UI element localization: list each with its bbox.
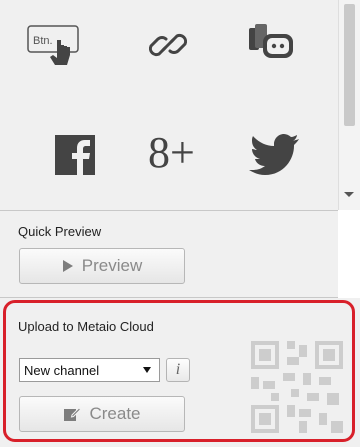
google-plus-icon[interactable]: 8+ [139, 116, 209, 186]
preview-button[interactable]: Preview [19, 248, 185, 284]
channel-select[interactable]: New channel [19, 358, 160, 382]
play-icon [62, 260, 73, 272]
scroll-down-arrow-icon[interactable] [344, 192, 354, 197]
gallery-scrollbar[interactable] [338, 0, 360, 210]
info-icon: i [175, 361, 181, 378]
create-button[interactable]: Create [19, 396, 185, 432]
scrollbar-thumb[interactable] [344, 4, 355, 126]
button-hand-icon[interactable]: Btn. [20, 10, 90, 80]
icon-gallery: Btn. 8+ [0, 0, 338, 211]
create-button-label: Create [89, 404, 141, 423]
device-chat-icon[interactable] [236, 10, 306, 80]
dropdown-arrow-icon [143, 367, 151, 373]
upload-label: Upload to Metaio Cloud [18, 319, 154, 334]
google-plus-icon-text: 8+ [148, 128, 195, 177]
quick-preview-label: Quick Preview [18, 224, 102, 239]
twitter-icon[interactable] [240, 120, 310, 190]
info-button[interactable]: i [166, 358, 190, 382]
button-icon-text: Btn. [33, 35, 53, 47]
quick-preview-section: Quick Preview Preview [0, 211, 338, 298]
edit-icon [64, 407, 82, 421]
channel-select-value: New channel [24, 362, 100, 378]
preview-button-label: Preview [81, 256, 143, 275]
qr-code-placeholder-icon [251, 341, 343, 433]
link-icon[interactable] [133, 10, 203, 80]
facebook-icon[interactable] [40, 120, 110, 190]
